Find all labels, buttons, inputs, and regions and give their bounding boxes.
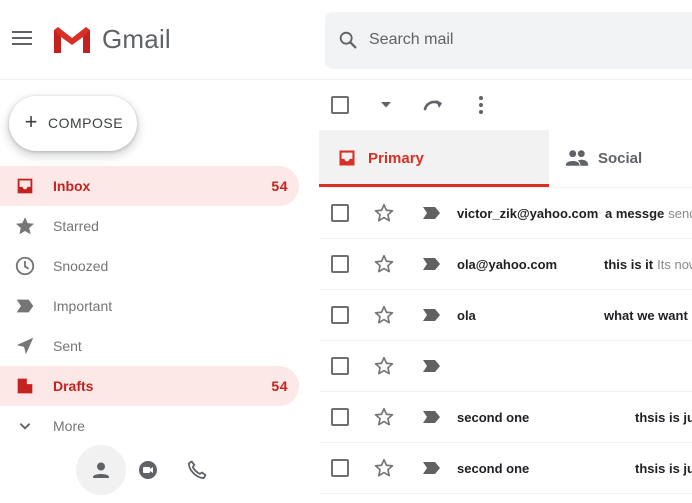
sidebar-item-important[interactable]: Important <box>0 286 299 326</box>
people-icon <box>565 150 589 166</box>
email-subject: thsis is jus <box>635 410 692 425</box>
email-snippet: send <box>668 206 692 221</box>
email-row[interactable] <box>319 341 692 392</box>
phone-button[interactable] <box>172 445 222 495</box>
plus-icon: + <box>24 109 38 134</box>
row-checkbox[interactable] <box>331 459 349 477</box>
sidebar-item-snoozed[interactable]: Snoozed <box>0 246 299 286</box>
subject-text: thsis is jus <box>635 461 692 476</box>
email-row[interactable]: ola@yahoo.com this is itIts now <box>319 239 692 290</box>
row-checkbox[interactable] <box>331 408 349 426</box>
search-bar[interactable] <box>325 12 692 69</box>
send-icon <box>16 337 34 355</box>
star-outline-icon[interactable] <box>373 406 395 428</box>
email-sender: ola <box>457 308 476 323</box>
row-checkbox[interactable] <box>331 255 349 273</box>
category-tabs: Primary Social <box>319 130 692 188</box>
email-row[interactable]: second one thsis is jus <box>319 443 692 494</box>
inbox-icon <box>17 178 33 194</box>
email-list: victor_zik@yahoo.com a messgesend ola@ya… <box>319 188 692 494</box>
subject-text: thsis is jus <box>635 410 692 425</box>
sidebar-item-label: Snoozed <box>53 258 109 274</box>
select-all-checkbox[interactable] <box>331 96 349 114</box>
meet-icon <box>139 461 157 479</box>
mail-toolbar <box>319 80 692 130</box>
star-icon <box>16 217 34 235</box>
important-icon[interactable] <box>422 460 442 476</box>
top-bar: Gmail <box>0 0 692 80</box>
subject-text: this is it <box>604 257 654 272</box>
refresh-icon[interactable] <box>421 94 445 116</box>
app-name: Gmail <box>102 24 171 54</box>
sidebar-item-sent[interactable]: Sent <box>0 326 299 366</box>
email-sender: second one <box>457 461 530 476</box>
compose-label: COMPOSE <box>48 115 124 131</box>
tab-label: Social <box>598 150 643 167</box>
search-input[interactable] <box>369 29 689 51</box>
star-outline-icon[interactable] <box>373 457 395 479</box>
row-checkbox[interactable] <box>331 357 349 375</box>
important-icon[interactable] <box>422 409 442 425</box>
row-checkbox[interactable] <box>331 204 349 222</box>
email-subject: what we want <box>604 308 688 323</box>
gmail-logo-icon[interactable] <box>52 26 92 54</box>
inbox-icon <box>339 150 355 166</box>
email-row[interactable]: second one thsis is jus <box>319 392 692 443</box>
unread-count: 54 <box>271 178 288 194</box>
email-subject: thsis is jus <box>635 461 692 476</box>
tab-primary[interactable]: Primary <box>319 130 549 187</box>
hangouts-bar <box>76 445 236 495</box>
clock-icon <box>15 256 35 276</box>
search-icon[interactable] <box>337 29 359 51</box>
important-icon[interactable] <box>422 256 442 272</box>
chevron-down-icon <box>19 423 31 430</box>
main-menu-icon[interactable] <box>12 31 34 49</box>
draft-count: 54 <box>271 378 288 394</box>
important-icon[interactable] <box>422 358 442 374</box>
sidebar-item-starred[interactable]: Starred <box>0 206 299 246</box>
sidebar-item-label: More <box>53 418 85 434</box>
important-icon <box>16 299 34 313</box>
draft-icon <box>17 378 33 394</box>
email-sender: ola@yahoo.com <box>457 257 558 272</box>
sidebar-item-label: Starred <box>53 218 99 234</box>
email-subject: this is itIts now <box>604 257 692 272</box>
email-sender: second one <box>457 410 530 425</box>
email-snippet: Its now <box>657 257 692 272</box>
meet-button[interactable] <box>124 445 174 495</box>
caret-down-icon[interactable] <box>379 98 393 112</box>
email-row[interactable]: victor_zik@yahoo.com a messgesend <box>319 188 692 239</box>
subject-text: a messge <box>605 206 665 221</box>
compose-button[interactable]: + COMPOSE <box>9 96 137 151</box>
sidebar-item-label: Sent <box>53 338 82 354</box>
person-icon <box>93 462 109 478</box>
phone-icon <box>187 460 207 480</box>
tab-label: Primary <box>368 150 424 167</box>
sidebar-nav: Inbox 54 Starred Snoozed Important Sent … <box>0 166 300 446</box>
sidebar-item-more[interactable]: More <box>0 406 299 446</box>
sidebar-item-label: Drafts <box>53 378 94 394</box>
contacts-button[interactable] <box>76 445 126 495</box>
important-icon[interactable] <box>422 205 442 221</box>
email-row[interactable]: ola what we want <box>319 290 692 341</box>
star-outline-icon[interactable] <box>373 253 395 275</box>
more-vert-icon[interactable] <box>471 94 491 116</box>
sidebar-item-drafts[interactable]: Drafts 54 <box>0 366 299 406</box>
star-outline-icon[interactable] <box>373 304 395 326</box>
row-checkbox[interactable] <box>331 306 349 324</box>
important-icon[interactable] <box>422 307 442 323</box>
sidebar-item-label: Inbox <box>53 178 91 194</box>
email-sender: victor_zik@yahoo.com <box>457 206 599 221</box>
email-subject: a messgesend <box>605 206 692 221</box>
star-outline-icon[interactable] <box>373 355 395 377</box>
subject-text: what we want <box>604 308 688 323</box>
tab-social[interactable]: Social <box>549 130 692 187</box>
star-outline-icon[interactable] <box>373 202 395 224</box>
sidebar-item-label: Important <box>53 298 113 314</box>
sidebar-item-inbox[interactable]: Inbox 54 <box>0 166 299 206</box>
